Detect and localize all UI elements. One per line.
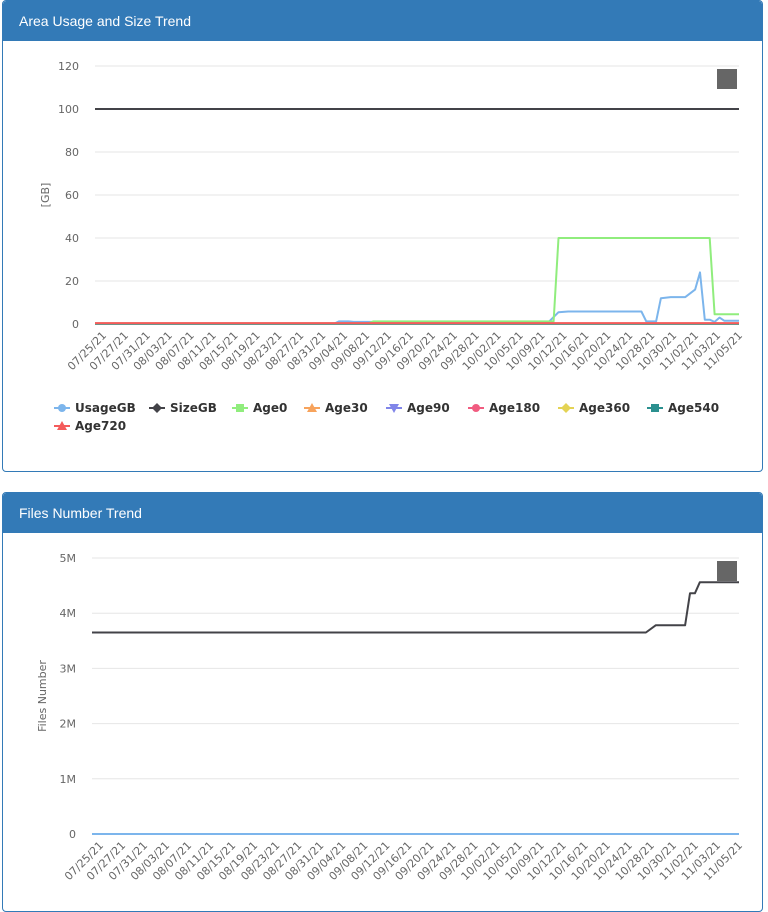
hamburger-menu-icon[interactable] [717, 69, 737, 89]
y-tick-label: 1M [60, 773, 77, 786]
files-number-panel: Files Number Trend 0 1M 2M 3M 4M 5M Files Numb… [2, 492, 763, 912]
files-number-chart: 01M2M3M4M5MFiles Number07/25/2107/27/210… [36, 552, 745, 883]
legend-marker [472, 404, 480, 412]
y-tick-label: 20 [65, 275, 79, 288]
legend-label: Age90 [407, 401, 450, 415]
legend-marker [152, 403, 162, 413]
hamburger-menu-icon[interactable] [717, 561, 737, 581]
y-tick-label: 80 [65, 146, 79, 159]
legend-marker [561, 403, 571, 413]
legend-marker [651, 404, 659, 412]
legend-label: UsageGB [75, 401, 136, 415]
legend-marker [58, 404, 66, 412]
y-tick-label: 5M [60, 552, 77, 565]
legend-label: Age360 [579, 401, 630, 415]
legend-marker [236, 404, 244, 412]
y-tick-label: 0 [69, 828, 76, 841]
legend-item-age90[interactable]: Age90 [386, 401, 450, 415]
legend-item-age540[interactable]: Age540 [647, 401, 719, 415]
y-tick-label: 120 [58, 60, 79, 73]
legend-item-sizegb[interactable]: SizeGB [149, 401, 217, 415]
series-line-0 [92, 581, 739, 634]
panel-title: Area Usage and Size Trend [3, 1, 762, 41]
area-usage-panel: Area Usage and Size Trend 0 20 40 60 80 100 12… [2, 0, 763, 472]
legend-label: Age720 [75, 419, 126, 433]
legend-label: Age540 [668, 401, 719, 415]
panel-title: Files Number Trend [3, 493, 762, 533]
legend-label: SizeGB [170, 401, 217, 415]
legend-item-age180[interactable]: Age180 [468, 401, 540, 415]
legend-item-age720[interactable]: Age720 [54, 419, 126, 433]
legend-label: Age0 [253, 401, 287, 415]
y-tick-label: 4M [60, 607, 77, 620]
y-tick-label: 40 [65, 232, 79, 245]
area-usage-chart: 020406080100120[GB]07/25/2107/27/2107/31… [39, 60, 745, 433]
legend-item-age360[interactable]: Age360 [558, 401, 630, 415]
y-tick-label: 3M [60, 662, 77, 675]
legend-label: Age180 [489, 401, 540, 415]
y-tick-label: 0 [72, 318, 79, 331]
y-tick-label: 100 [58, 103, 79, 116]
legend-label: Age30 [325, 401, 368, 415]
legend-item-age0[interactable]: Age0 [232, 401, 287, 415]
series-line-usagegb [95, 271, 739, 325]
y-tick-label: 2M [60, 718, 77, 731]
y-axis-title: [GB] [39, 183, 52, 208]
y-tick-label: 60 [65, 189, 79, 202]
legend-item-usagegb[interactable]: UsageGB [54, 401, 136, 415]
y-axis-title: Files Number [36, 660, 49, 732]
legend-item-age30[interactable]: Age30 [304, 401, 368, 415]
